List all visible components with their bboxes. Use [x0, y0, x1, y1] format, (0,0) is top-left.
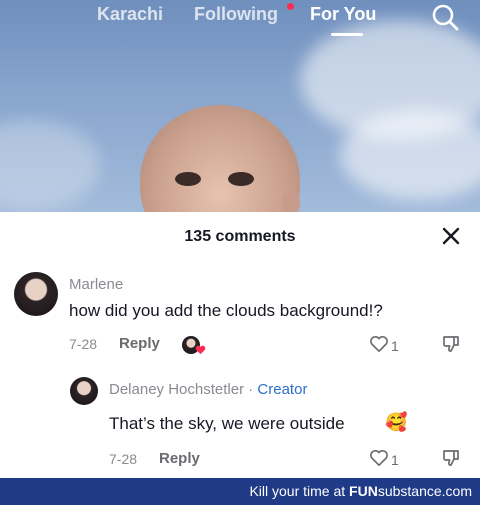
- watermark-footer: Kill your time at FUNsubstance.com: [0, 478, 480, 505]
- notification-dot: [287, 3, 294, 10]
- tab-for-you[interactable]: For You: [310, 4, 376, 25]
- avatar[interactable]: [14, 272, 58, 316]
- watermark-text: Kill your time at FUNsubstance.com: [249, 483, 472, 499]
- separator: ·: [248, 381, 254, 398]
- watermark-prefix: Kill your time at: [249, 483, 350, 499]
- cloud: [340, 110, 480, 200]
- reply-username[interactable]: Delaney Hochstetler · Creator: [109, 381, 307, 398]
- comments-sheet: 135 comments Marlene how did you add the…: [0, 212, 480, 478]
- comment-username[interactable]: Marlene: [69, 276, 123, 293]
- like-heart-icon[interactable]: [369, 449, 389, 467]
- baby-ear: [282, 190, 300, 212]
- dislike-icon[interactable]: [442, 449, 460, 467]
- avatar[interactable]: [70, 377, 98, 405]
- active-tab-indicator: [331, 33, 363, 36]
- cloud: [0, 120, 100, 210]
- reply-text: That’s the sky, we were outside: [109, 414, 345, 433]
- smiling-face-with-hearts-emoji: 🥰: [385, 412, 408, 432]
- reply-date: 7-28: [109, 451, 138, 467]
- reply-button[interactable]: Reply: [119, 335, 160, 352]
- top-navigation: Karachi Following For You: [0, 0, 480, 40]
- close-icon[interactable]: [442, 227, 460, 245]
- tab-following[interactable]: Following: [194, 4, 278, 25]
- like-heart-icon[interactable]: [369, 335, 389, 353]
- reply-button[interactable]: Reply: [159, 450, 200, 467]
- comment-text: how did you add the clouds background!?: [69, 301, 383, 320]
- tab-karachi[interactable]: Karachi: [97, 4, 163, 25]
- watermark-brand-rest: substance: [377, 483, 442, 499]
- watermark-suffix: .com: [441, 483, 472, 499]
- baby-head: [140, 105, 300, 212]
- like-count: 1: [391, 452, 399, 468]
- baby-eye: [175, 172, 201, 186]
- creator-badge: Creator: [257, 381, 308, 398]
- baby-eye: [228, 172, 254, 186]
- comments-count-title: 135 comments: [184, 228, 296, 245]
- comment-date: 7-28: [69, 336, 98, 352]
- creator-heart-icon: [195, 345, 206, 355]
- search-icon[interactable]: [430, 2, 460, 32]
- watermark-brand-fun: FUN: [349, 483, 378, 499]
- like-count: 1: [391, 338, 399, 354]
- dislike-icon[interactable]: [442, 335, 460, 353]
- reply-username-text[interactable]: Delaney Hochstetler: [109, 381, 244, 398]
